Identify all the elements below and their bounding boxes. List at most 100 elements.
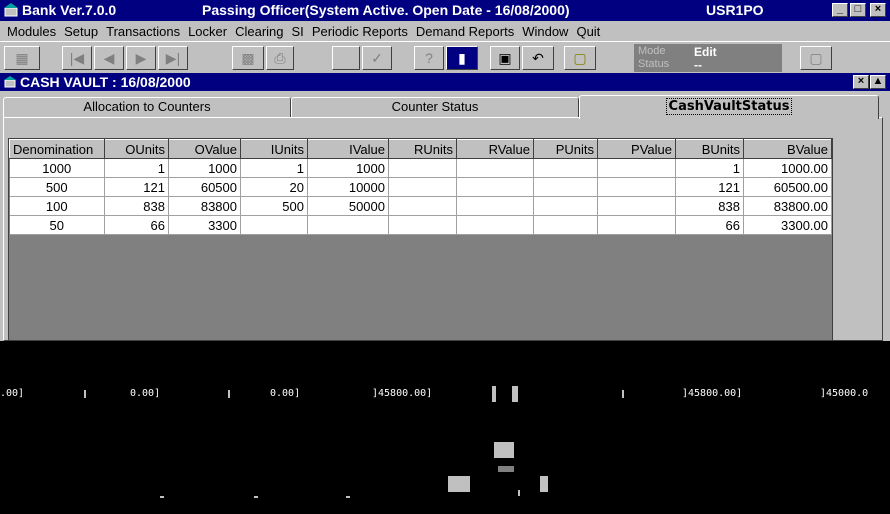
find-icon[interactable]: ▩ bbox=[232, 46, 264, 70]
cell-ovalue[interactable]: 60500 bbox=[168, 177, 241, 197]
cell-ivalue[interactable]: 10000 bbox=[307, 177, 389, 197]
col-ivalue[interactable]: IValue bbox=[307, 139, 389, 159]
minimize-button[interactable]: _ bbox=[832, 3, 848, 17]
cell-ounits[interactable]: 121 bbox=[104, 177, 169, 197]
cell-iunits[interactable]: 1 bbox=[240, 158, 308, 178]
cell-bunits[interactable]: 66 bbox=[675, 215, 744, 235]
maximize-button[interactable]: □ bbox=[850, 3, 866, 17]
col-bunits[interactable]: BUnits bbox=[675, 139, 744, 159]
blank-tool-icon[interactable] bbox=[332, 46, 360, 70]
cell-runits[interactable] bbox=[388, 177, 457, 197]
garbled-text: 0.00] bbox=[270, 388, 301, 399]
cell-punits[interactable] bbox=[533, 158, 598, 178]
menu-si[interactable]: SI bbox=[284, 24, 304, 39]
garbled-text: ]45800.00] bbox=[372, 388, 433, 399]
exit-door-icon[interactable]: ▢ bbox=[800, 46, 832, 70]
cell-rvalue[interactable] bbox=[456, 158, 534, 178]
col-punits[interactable]: PUnits bbox=[533, 139, 598, 159]
cell-ovalue[interactable]: 3300 bbox=[168, 215, 241, 235]
cell-ovalue[interactable]: 83800 bbox=[168, 196, 241, 216]
child-close-button[interactable]: × bbox=[853, 75, 869, 89]
artifact-block bbox=[494, 442, 514, 458]
cell-ivalue[interactable]: 1000 bbox=[307, 158, 389, 178]
table-row[interactable]: 100 838 83800 500 50000 838 83800.00 bbox=[9, 196, 832, 216]
col-bvalue[interactable]: BValue bbox=[743, 139, 832, 159]
close-button[interactable]: × bbox=[870, 3, 886, 17]
menu-demand-reports[interactable]: Demand Reports bbox=[408, 24, 514, 39]
cell-bvalue[interactable]: 60500.00 bbox=[743, 177, 832, 197]
cell-rvalue[interactable] bbox=[456, 215, 534, 235]
window-controls: _ □ × bbox=[832, 3, 886, 17]
col-pvalue[interactable]: PValue bbox=[597, 139, 676, 159]
menu-quit[interactable]: Quit bbox=[568, 24, 600, 39]
info-icon[interactable]: ▮ bbox=[446, 46, 478, 70]
col-ovalue[interactable]: OValue bbox=[168, 139, 241, 159]
cell-denomination[interactable]: 100 bbox=[9, 196, 105, 216]
cell-iunits[interactable]: 20 bbox=[240, 177, 308, 197]
cell-bvalue[interactable]: 1000.00 bbox=[743, 158, 832, 178]
tab-cash-vault-status[interactable]: CashVaultStatus bbox=[579, 95, 879, 119]
scroll-up-button[interactable]: ▲ bbox=[870, 75, 886, 89]
cell-punits[interactable] bbox=[533, 196, 598, 216]
cell-iunits[interactable] bbox=[240, 215, 308, 235]
cell-punits[interactable] bbox=[533, 215, 598, 235]
tab-counter-status[interactable]: Counter Status bbox=[291, 97, 579, 117]
cell-rvalue[interactable] bbox=[456, 177, 534, 197]
cell-runits[interactable] bbox=[388, 158, 457, 178]
cell-punits[interactable] bbox=[533, 177, 598, 197]
col-iunits[interactable]: IUnits bbox=[240, 139, 308, 159]
prev-record-icon[interactable]: ◀ bbox=[94, 46, 124, 70]
cell-pvalue[interactable] bbox=[597, 196, 676, 216]
cash-vault-title: CASH VAULT : 16/08/2000 bbox=[20, 74, 191, 90]
help-icon[interactable]: ? bbox=[414, 46, 444, 70]
cell-denomination[interactable]: 50 bbox=[9, 215, 105, 235]
print-icon[interactable]: ⎙ bbox=[266, 46, 294, 70]
table-row[interactable]: 500 121 60500 20 10000 121 60500.00 bbox=[9, 177, 832, 197]
cell-bunits[interactable]: 838 bbox=[675, 196, 744, 216]
menu-periodic-reports[interactable]: Periodic Reports bbox=[304, 24, 408, 39]
tab-allocation-to-counters[interactable]: Allocation to Counters bbox=[3, 97, 291, 117]
menu-modules[interactable]: Modules bbox=[0, 24, 56, 39]
table-row[interactable]: 1000 1 1000 1 1000 1 1000.00 bbox=[9, 158, 832, 178]
col-runits[interactable]: RUnits bbox=[388, 139, 457, 159]
cell-bunits[interactable]: 121 bbox=[675, 177, 744, 197]
menu-clearing[interactable]: Clearing bbox=[227, 24, 283, 39]
cell-pvalue[interactable] bbox=[597, 215, 676, 235]
menu-setup[interactable]: Setup bbox=[56, 24, 98, 39]
table-row[interactable]: 50 66 3300 66 3300.00 bbox=[9, 215, 832, 235]
cell-denomination[interactable]: 500 bbox=[9, 177, 105, 197]
menu-transactions[interactable]: Transactions bbox=[98, 24, 180, 39]
cell-ovalue[interactable]: 1000 bbox=[168, 158, 241, 178]
cell-bunits[interactable]: 1 bbox=[675, 158, 744, 178]
first-record-icon[interactable]: |◀ bbox=[62, 46, 92, 70]
cell-denomination[interactable]: 1000 bbox=[9, 158, 105, 178]
cell-ounits[interactable]: 66 bbox=[104, 215, 169, 235]
cell-ounits[interactable]: 838 bbox=[104, 196, 169, 216]
tab-strip: Allocation to Counters Counter Status Ca… bbox=[3, 95, 883, 119]
undo-icon[interactable]: ↶ bbox=[522, 46, 554, 70]
cell-rvalue[interactable] bbox=[456, 196, 534, 216]
cell-pvalue[interactable] bbox=[597, 177, 676, 197]
save-icon[interactable]: ▣ bbox=[490, 46, 520, 70]
col-denomination[interactable]: Denomination bbox=[9, 139, 105, 159]
cell-iunits[interactable]: 500 bbox=[240, 196, 308, 216]
cell-bvalue[interactable]: 83800.00 bbox=[743, 196, 832, 216]
check-icon[interactable]: ✓ bbox=[362, 46, 392, 70]
cell-bvalue[interactable]: 3300.00 bbox=[743, 215, 832, 235]
next-record-icon[interactable]: ▶ bbox=[126, 46, 156, 70]
col-ounits[interactable]: OUnits bbox=[104, 139, 169, 159]
cell-ivalue[interactable] bbox=[307, 215, 389, 235]
session-status-title: Passing Officer(System Active. Open Date… bbox=[202, 2, 570, 18]
last-record-icon[interactable]: ▶| bbox=[158, 46, 188, 70]
col-rvalue[interactable]: RValue bbox=[456, 139, 534, 159]
cell-runits[interactable] bbox=[388, 196, 457, 216]
open-folder-icon[interactable]: ▢ bbox=[564, 46, 596, 70]
cell-ivalue[interactable]: 50000 bbox=[307, 196, 389, 216]
user-id: USR1PO bbox=[706, 2, 764, 18]
cell-runits[interactable] bbox=[388, 215, 457, 235]
new-record-icon[interactable]: ▦ bbox=[4, 46, 40, 70]
menu-locker[interactable]: Locker bbox=[180, 24, 227, 39]
cell-pvalue[interactable] bbox=[597, 158, 676, 178]
menu-window[interactable]: Window bbox=[514, 24, 568, 39]
cell-ounits[interactable]: 1 bbox=[104, 158, 169, 178]
